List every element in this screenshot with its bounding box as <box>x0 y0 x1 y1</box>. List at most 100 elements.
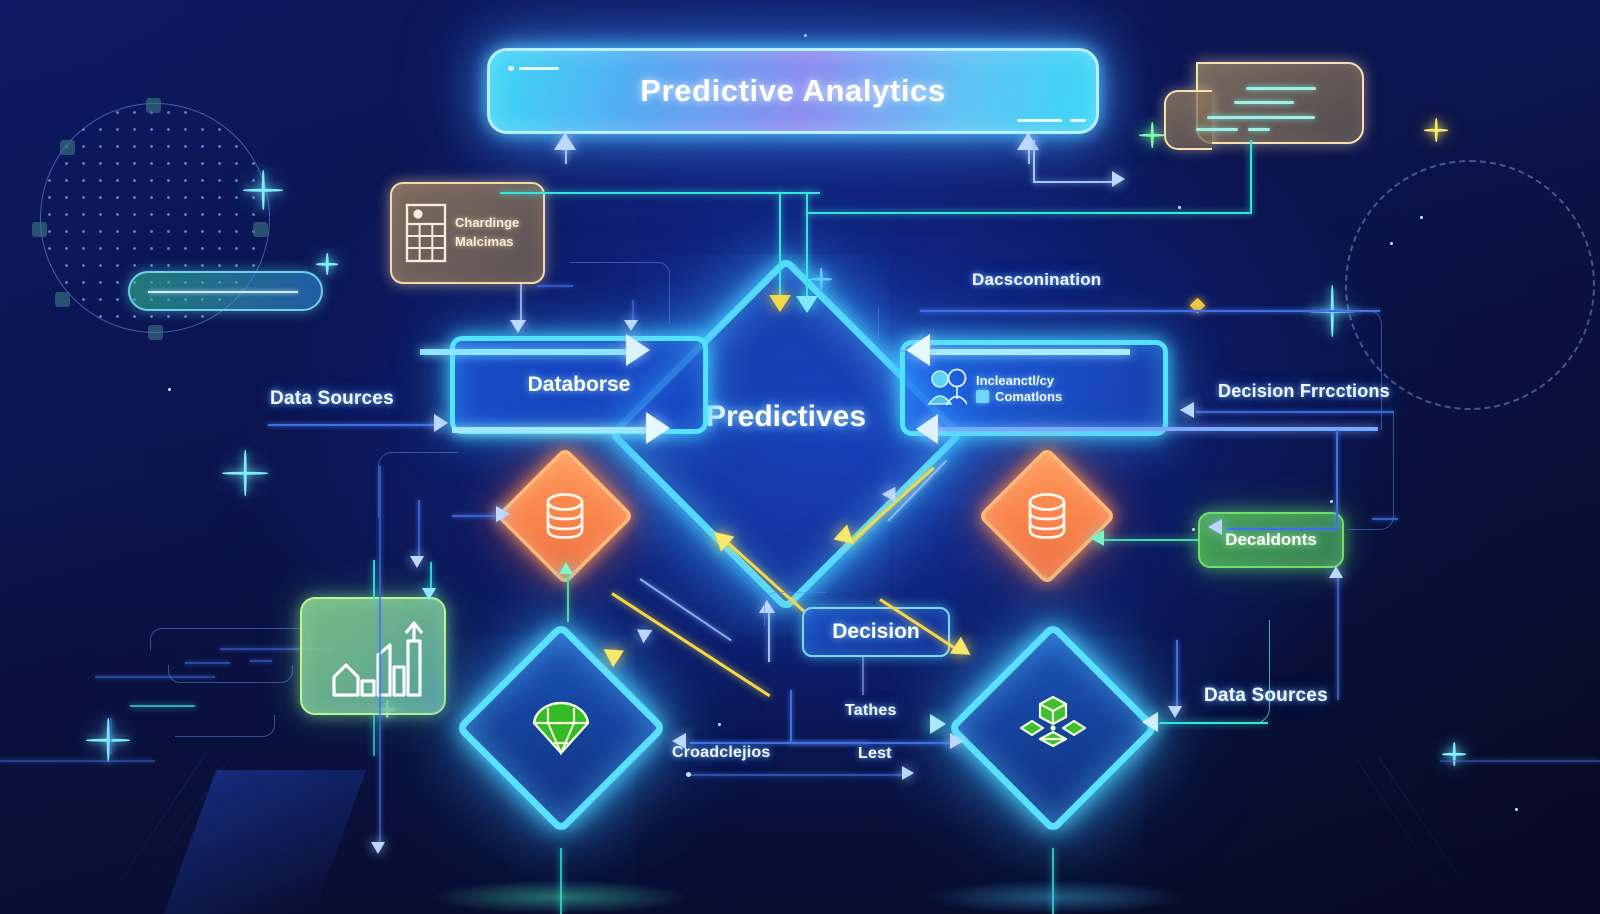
connector-line <box>639 578 732 642</box>
circuit-trace <box>130 705 195 707</box>
connector-line <box>1337 572 1339 700</box>
node-glow <box>430 880 690 914</box>
sparkle-icon <box>243 170 283 210</box>
connector-line <box>1104 539 1198 541</box>
circuit-trace <box>185 662 230 664</box>
arrowhead-up <box>1329 566 1343 578</box>
interactions-line-1: Incleanctl/cy <box>976 372 1055 388</box>
arrowhead-right <box>626 334 650 366</box>
label-dacsconination: Dacsconination <box>972 270 1102 289</box>
note-card[interactable] <box>1164 62 1364 150</box>
challenge-line-2: Malcimas <box>455 234 514 249</box>
arrowhead-up <box>1017 133 1039 150</box>
connector-line <box>420 349 630 355</box>
challenge-box[interactable]: Chardinge Malcimas <box>390 182 545 284</box>
circle-chip <box>146 98 161 113</box>
arrowhead-right <box>930 714 946 734</box>
connector-line <box>1033 140 1035 182</box>
arrowhead-diagonal <box>950 636 976 664</box>
arrowhead-right <box>950 733 964 749</box>
connector-line <box>373 714 375 756</box>
star-dot <box>1192 528 1195 531</box>
arrowhead-down <box>371 842 385 854</box>
arrowhead-right <box>496 506 510 522</box>
database-box-label: Databorse <box>527 373 631 396</box>
arrowhead-right <box>1112 171 1125 187</box>
circuit-trace <box>95 676 215 678</box>
arrowhead-down <box>769 295 791 312</box>
sparkle-icon <box>1424 118 1448 142</box>
connector-trace <box>570 262 670 324</box>
connector-line <box>930 349 1130 355</box>
swatch-icon <box>976 389 989 403</box>
sparkle-icon <box>1139 122 1165 148</box>
arrowhead-down <box>796 296 818 313</box>
star-dot <box>1330 500 1333 503</box>
connector-line <box>1250 140 1252 214</box>
connector-line <box>500 192 820 194</box>
arrowhead-left <box>672 733 686 749</box>
connector-line <box>373 560 375 600</box>
arrowhead-left <box>1142 712 1158 732</box>
connector-line <box>1226 528 1338 530</box>
connector-line <box>790 690 792 744</box>
dashed-circle-decoration <box>1345 160 1595 410</box>
corner-beam <box>0 760 155 762</box>
star-dot <box>804 34 807 37</box>
corner-beam <box>1440 760 1600 762</box>
arrowhead-diagonal <box>632 622 653 644</box>
label-lest: Lest <box>858 745 892 762</box>
label-decision-functions: Decision Frrcctions <box>1218 381 1390 401</box>
arrowhead-left <box>1208 519 1222 535</box>
connector-line <box>779 192 781 302</box>
corner-beam <box>1355 760 1463 914</box>
database-cylinder-icon <box>516 467 614 565</box>
banner-decoration <box>508 66 514 71</box>
decaldonts-label: Decaldonts <box>1225 530 1317 549</box>
arrowhead-left <box>1180 402 1194 418</box>
corner-beam <box>1376 755 1486 914</box>
note-text-line <box>1234 101 1294 104</box>
label-data-sources-left: Data Sources <box>270 388 394 409</box>
corner-glow <box>163 770 367 914</box>
circuit-trace <box>150 628 310 650</box>
diagram-canvas: Predictive Analytics Predictives Databor… <box>0 0 1600 914</box>
arrowhead-left <box>906 334 930 366</box>
connector-line <box>1336 430 1338 528</box>
note-text-line <box>1196 128 1238 131</box>
circle-chip <box>32 222 47 237</box>
sparkle-icon <box>222 450 268 496</box>
connector-line <box>1033 181 1119 183</box>
connector-line <box>1160 722 1268 724</box>
circle-chip <box>148 325 163 340</box>
label-tathes: Tathes <box>845 702 897 719</box>
interactions-line-2: Comatlons <box>995 388 1063 404</box>
sparkle-icon <box>1442 742 1466 766</box>
star-dot <box>1515 808 1518 811</box>
arrowhead-up <box>559 562 573 574</box>
calculator-grid-icon <box>405 203 447 263</box>
arrowhead-left <box>1090 530 1104 546</box>
note-text-line <box>1207 116 1315 119</box>
decision-box-label: Decision <box>832 620 920 643</box>
circuit-trace <box>168 665 293 683</box>
circle-chip <box>60 140 75 155</box>
sparkle-icon <box>86 718 130 762</box>
circle-chip <box>55 292 70 307</box>
star-dot <box>1420 216 1423 219</box>
label-croadclejios: Croadclejios <box>672 744 771 761</box>
arrowhead-right <box>646 412 670 444</box>
arrowhead-down <box>410 556 424 568</box>
connector-trace <box>1144 620 1270 724</box>
connector-line <box>806 192 808 304</box>
circuit-trace <box>110 718 112 754</box>
star-dot <box>1178 206 1181 209</box>
chart-box[interactable] <box>300 597 446 715</box>
star-dot <box>1390 242 1393 245</box>
connector-line <box>379 466 381 846</box>
node-glow <box>925 880 1185 914</box>
circle-chip <box>253 222 268 237</box>
note-text-line <box>1246 87 1316 90</box>
circuit-trace <box>250 660 272 662</box>
connector-line <box>567 568 569 622</box>
